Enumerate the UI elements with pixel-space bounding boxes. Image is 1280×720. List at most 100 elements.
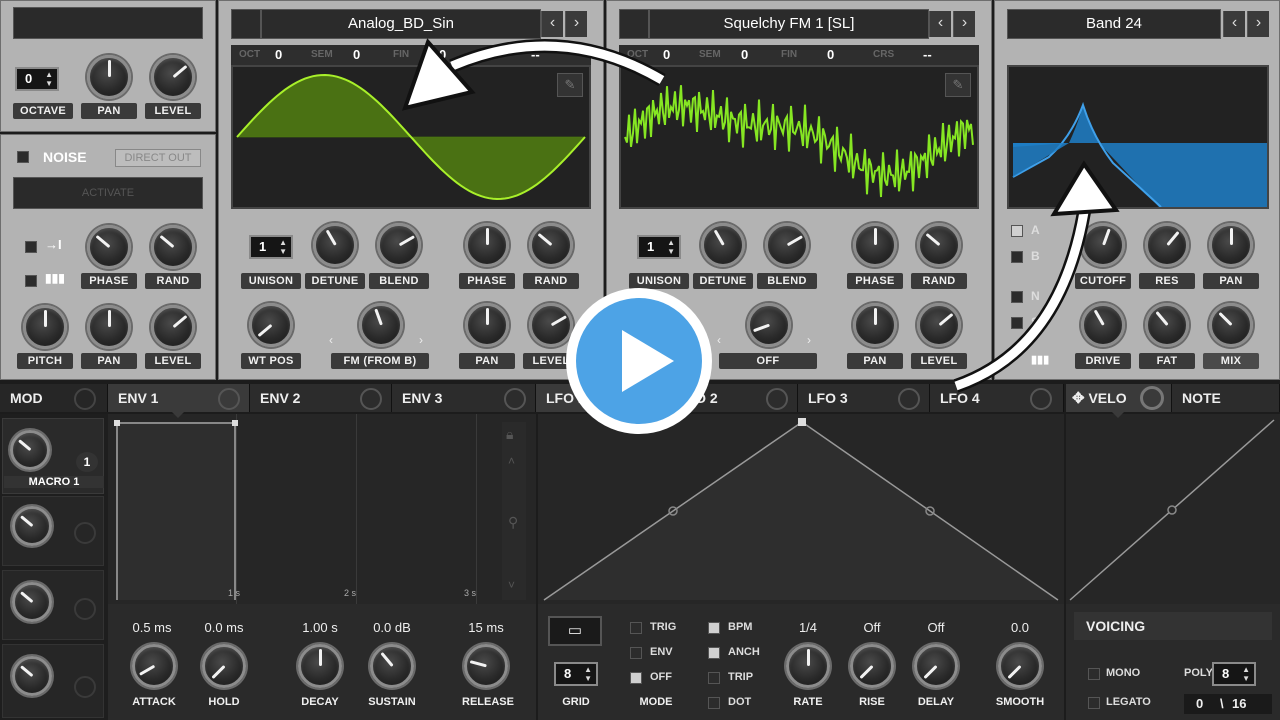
sub-pan-knob[interactable] xyxy=(87,55,131,99)
env-decay-value[interactable]: 1.00 s xyxy=(284,620,356,635)
osc-b-detune-knob[interactable] xyxy=(701,223,745,267)
osc-b-unison-spinner[interactable]: 1 ▲ ▼ xyxy=(637,235,681,259)
noise-one-shot-checkbox[interactable] xyxy=(25,241,37,253)
lfo-smooth-value[interactable]: 0.0 xyxy=(988,620,1052,635)
filter-cutoff-knob[interactable] xyxy=(1081,223,1125,267)
zoom-icon[interactable]: ⚲ xyxy=(508,514,518,531)
lfo-mode-trig-checkbox[interactable] xyxy=(630,622,642,634)
filter-route-a-checkbox[interactable] xyxy=(1011,225,1023,237)
osc-b-rand-knob[interactable] xyxy=(917,223,961,267)
osc-a-wt-pos-knob[interactable] xyxy=(249,303,293,347)
filter-fat-knob[interactable] xyxy=(1145,303,1189,347)
filter-pan-knob[interactable] xyxy=(1209,223,1253,267)
edit-pencil-icon[interactable]: ✎ xyxy=(557,73,583,97)
lfo-smooth-knob[interactable] xyxy=(998,644,1042,688)
macro1-label[interactable]: MACRO 1 xyxy=(4,476,104,488)
velo-power-icon[interactable] xyxy=(1140,386,1164,410)
env-shape[interactable] xyxy=(116,422,236,600)
osc-a-rand-knob[interactable] xyxy=(529,223,573,267)
osc-a-prev-icon[interactable]: ‹ xyxy=(541,11,563,37)
osc-a-wavetable-name[interactable]: Analog_BD_Sin xyxy=(261,9,541,39)
lfo-graph[interactable] xyxy=(538,414,1064,604)
osc-b-enable-toggle[interactable] xyxy=(619,9,649,39)
filter-route-n-checkbox[interactable] xyxy=(1011,291,1023,303)
noise-keytrack-checkbox[interactable] xyxy=(25,275,37,287)
warp-prev-icon[interactable]: ‹ xyxy=(717,333,721,347)
env-sustain-value[interactable]: 0.0 dB xyxy=(356,620,428,635)
lfo-delay-knob[interactable] xyxy=(914,644,958,688)
lfo-grid-spinner[interactable]: 8 ▲ ▼ xyxy=(554,662,598,686)
env-hold-node[interactable] xyxy=(232,420,238,426)
lfo-anch-checkbox[interactable] xyxy=(708,647,720,659)
env-release-knob[interactable] xyxy=(464,644,508,688)
legato-checkbox[interactable] xyxy=(1088,697,1100,709)
mod-power-icon[interactable] xyxy=(74,388,96,410)
osc-a-fin-value[interactable]: 0 xyxy=(439,47,446,62)
env-release-value[interactable]: 15 ms xyxy=(450,620,522,635)
osc-a-blend-knob[interactable] xyxy=(377,223,421,267)
osc-a-detune-knob[interactable] xyxy=(313,223,357,267)
poly-spinner[interactable]: 8 ▲ ▼ xyxy=(1212,662,1256,686)
osc-b-wavetable-name[interactable]: Squelchy FM 1 [SL] xyxy=(649,9,929,39)
osc-b-crs-value[interactable]: -- xyxy=(923,47,932,62)
filter-next-icon[interactable]: › xyxy=(1247,11,1269,37)
macro4-source-icon[interactable] xyxy=(74,676,96,698)
noise-sample-selector[interactable]: ACTIVATE xyxy=(13,177,203,209)
video-play-button[interactable] xyxy=(566,288,712,434)
noise-level-knob[interactable] xyxy=(151,305,195,349)
lfo-mode-env-checkbox[interactable] xyxy=(630,647,642,659)
osc-b-pan-knob[interactable] xyxy=(853,303,897,347)
env-sustain-knob[interactable] xyxy=(370,644,414,688)
osc-b-level-knob[interactable] xyxy=(917,303,961,347)
scroll-up-icon[interactable]: ˄ xyxy=(508,454,515,468)
env-hold-knob[interactable] xyxy=(202,644,246,688)
macro1-knob[interactable] xyxy=(10,430,50,470)
env2-power-icon[interactable] xyxy=(360,388,382,410)
lfo-preset-folder-icon[interactable]: ▭ xyxy=(548,616,602,646)
noise-rand-knob[interactable] xyxy=(151,225,195,269)
osc-a-phase-knob[interactable] xyxy=(465,223,509,267)
lfo4-power-icon[interactable] xyxy=(1030,388,1052,410)
env-attack-knob[interactable] xyxy=(132,644,176,688)
filter-response-display[interactable] xyxy=(1007,65,1269,209)
osc-a-pan-knob[interactable] xyxy=(465,303,509,347)
env-attack-node[interactable] xyxy=(114,420,120,426)
filter-route-b-checkbox[interactable] xyxy=(1011,251,1023,263)
osc-a-oct-value[interactable]: 0 xyxy=(275,47,282,62)
lfo-rate-value[interactable]: 1/4 xyxy=(776,620,840,635)
osc-b-oct-value[interactable]: 0 xyxy=(663,47,670,62)
osc-b-blend-knob[interactable] xyxy=(765,223,809,267)
macro2-knob[interactable] xyxy=(12,506,52,546)
noise-enable-checkbox[interactable] xyxy=(17,151,29,163)
env-scroll-bar[interactable] xyxy=(502,422,526,600)
velocity-graph[interactable] xyxy=(1066,414,1280,604)
osc-b-warp-knob[interactable] xyxy=(747,303,791,347)
drag-move-icon[interactable]: ✥ xyxy=(1072,390,1085,407)
filter-mix-knob[interactable] xyxy=(1209,303,1253,347)
osc-b-warp-label[interactable]: OFF xyxy=(719,353,817,369)
warp-next-icon[interactable]: › xyxy=(807,333,811,347)
filter-res-knob[interactable] xyxy=(1145,223,1189,267)
lfo-bpm-checkbox[interactable] xyxy=(708,622,720,634)
envelope-graph[interactable]: 1 s 2 s 3 s 🔒︎ ˄ ⚲ ˅ xyxy=(108,414,536,604)
osc-b-phase-knob[interactable] xyxy=(853,223,897,267)
filter-prev-icon[interactable]: ‹ xyxy=(1223,11,1245,37)
mono-checkbox[interactable] xyxy=(1088,668,1100,680)
macro2-source-icon[interactable] xyxy=(74,522,96,544)
macro4-knob[interactable] xyxy=(12,656,52,696)
warp-prev-icon[interactable]: ‹ xyxy=(329,333,333,347)
osc-b-fin-value[interactable]: 0 xyxy=(827,47,834,62)
sub-level-knob[interactable] xyxy=(151,55,195,99)
lfo-trip-checkbox[interactable] xyxy=(708,672,720,684)
osc-a-enable-toggle[interactable] xyxy=(231,9,261,39)
filter-route-s-checkbox[interactable] xyxy=(1011,317,1023,329)
lock-icon[interactable]: 🔒︎ xyxy=(506,426,513,443)
env-attack-value[interactable]: 0.5 ms xyxy=(116,620,188,635)
noise-pitch-knob[interactable] xyxy=(23,305,67,349)
osc-b-next-icon[interactable]: › xyxy=(953,11,975,37)
env3-power-icon[interactable] xyxy=(504,388,526,410)
lfo-rise-value[interactable]: Off xyxy=(840,620,904,635)
scroll-down-icon[interactable]: ˅ xyxy=(508,578,515,592)
direct-out-button[interactable]: DIRECT OUT xyxy=(115,149,201,167)
lfo-rate-knob[interactable] xyxy=(786,644,830,688)
